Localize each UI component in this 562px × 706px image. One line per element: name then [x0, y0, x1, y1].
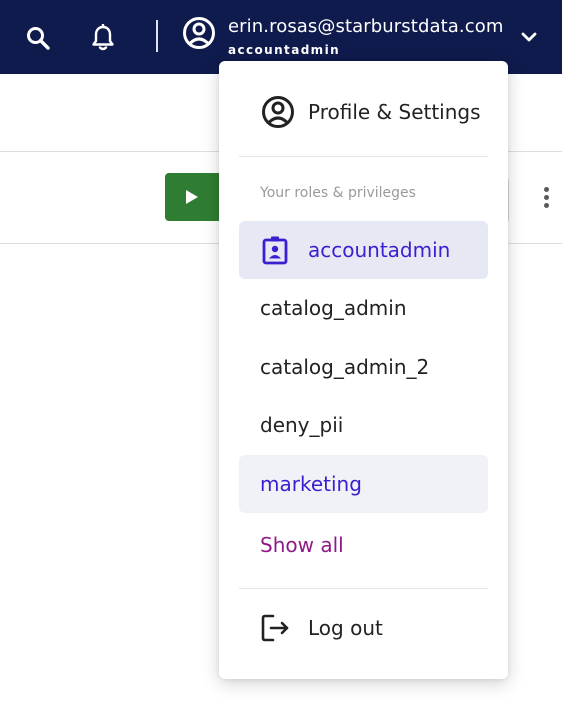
- show-all-roles-link[interactable]: Show all: [239, 516, 488, 574]
- role-name: deny_pii: [260, 413, 344, 437]
- account-menu-trigger[interactable]: erin.rosas@starburstdata.com accountadmi…: [180, 10, 552, 62]
- menu-item-profile-settings[interactable]: Profile & Settings: [239, 83, 488, 141]
- role-item-deny-pii[interactable]: deny_pii: [239, 396, 488, 454]
- chevron-down-icon: [521, 32, 537, 42]
- role-item-marketing[interactable]: marketing: [239, 455, 488, 513]
- bell-icon: [92, 24, 114, 51]
- role-item-catalog-admin[interactable]: catalog_admin: [239, 279, 488, 337]
- roles-section-heading: Your roles & privileges: [260, 185, 416, 201]
- app-window: erin.rosas@starburstdata.com accountadmi…: [0, 0, 562, 706]
- kebab-icon-dot: [544, 203, 549, 208]
- role-name: catalog_admin: [260, 296, 407, 320]
- log-out-label: Log out: [308, 616, 383, 640]
- menu-divider: [239, 156, 488, 157]
- menu-item-log-out[interactable]: Log out: [239, 599, 488, 657]
- role-item-catalog-admin-2[interactable]: catalog_admin_2: [239, 338, 488, 396]
- search-button[interactable]: [20, 20, 56, 56]
- show-all-label: Show all: [260, 533, 344, 557]
- search-icon: [27, 27, 50, 50]
- menu-divider: [239, 588, 488, 589]
- account-dropdown-menu: Profile & Settings Your roles & privileg…: [219, 61, 508, 679]
- role-name: accountadmin: [308, 238, 451, 262]
- user-circle-icon: [183, 17, 215, 49]
- more-options-button[interactable]: [536, 184, 558, 212]
- header-divider: [156, 20, 158, 52]
- user-circle-icon: [262, 96, 294, 128]
- notifications-button[interactable]: [85, 20, 121, 56]
- play-icon: [186, 190, 198, 204]
- role-name: catalog_admin_2: [260, 355, 430, 379]
- id-badge-icon: [262, 236, 288, 265]
- role-name: marketing: [260, 472, 362, 496]
- kebab-icon: [544, 187, 549, 192]
- profile-settings-label: Profile & Settings: [308, 100, 481, 124]
- kebab-icon-dot: [544, 195, 549, 200]
- run-query-button[interactable]: [165, 173, 225, 221]
- account-active-role: accountadmin: [228, 43, 341, 57]
- role-item-accountadmin[interactable]: accountadmin: [239, 221, 488, 279]
- logout-icon: [261, 614, 289, 642]
- account-email: erin.rosas@starburstdata.com: [228, 16, 504, 37]
